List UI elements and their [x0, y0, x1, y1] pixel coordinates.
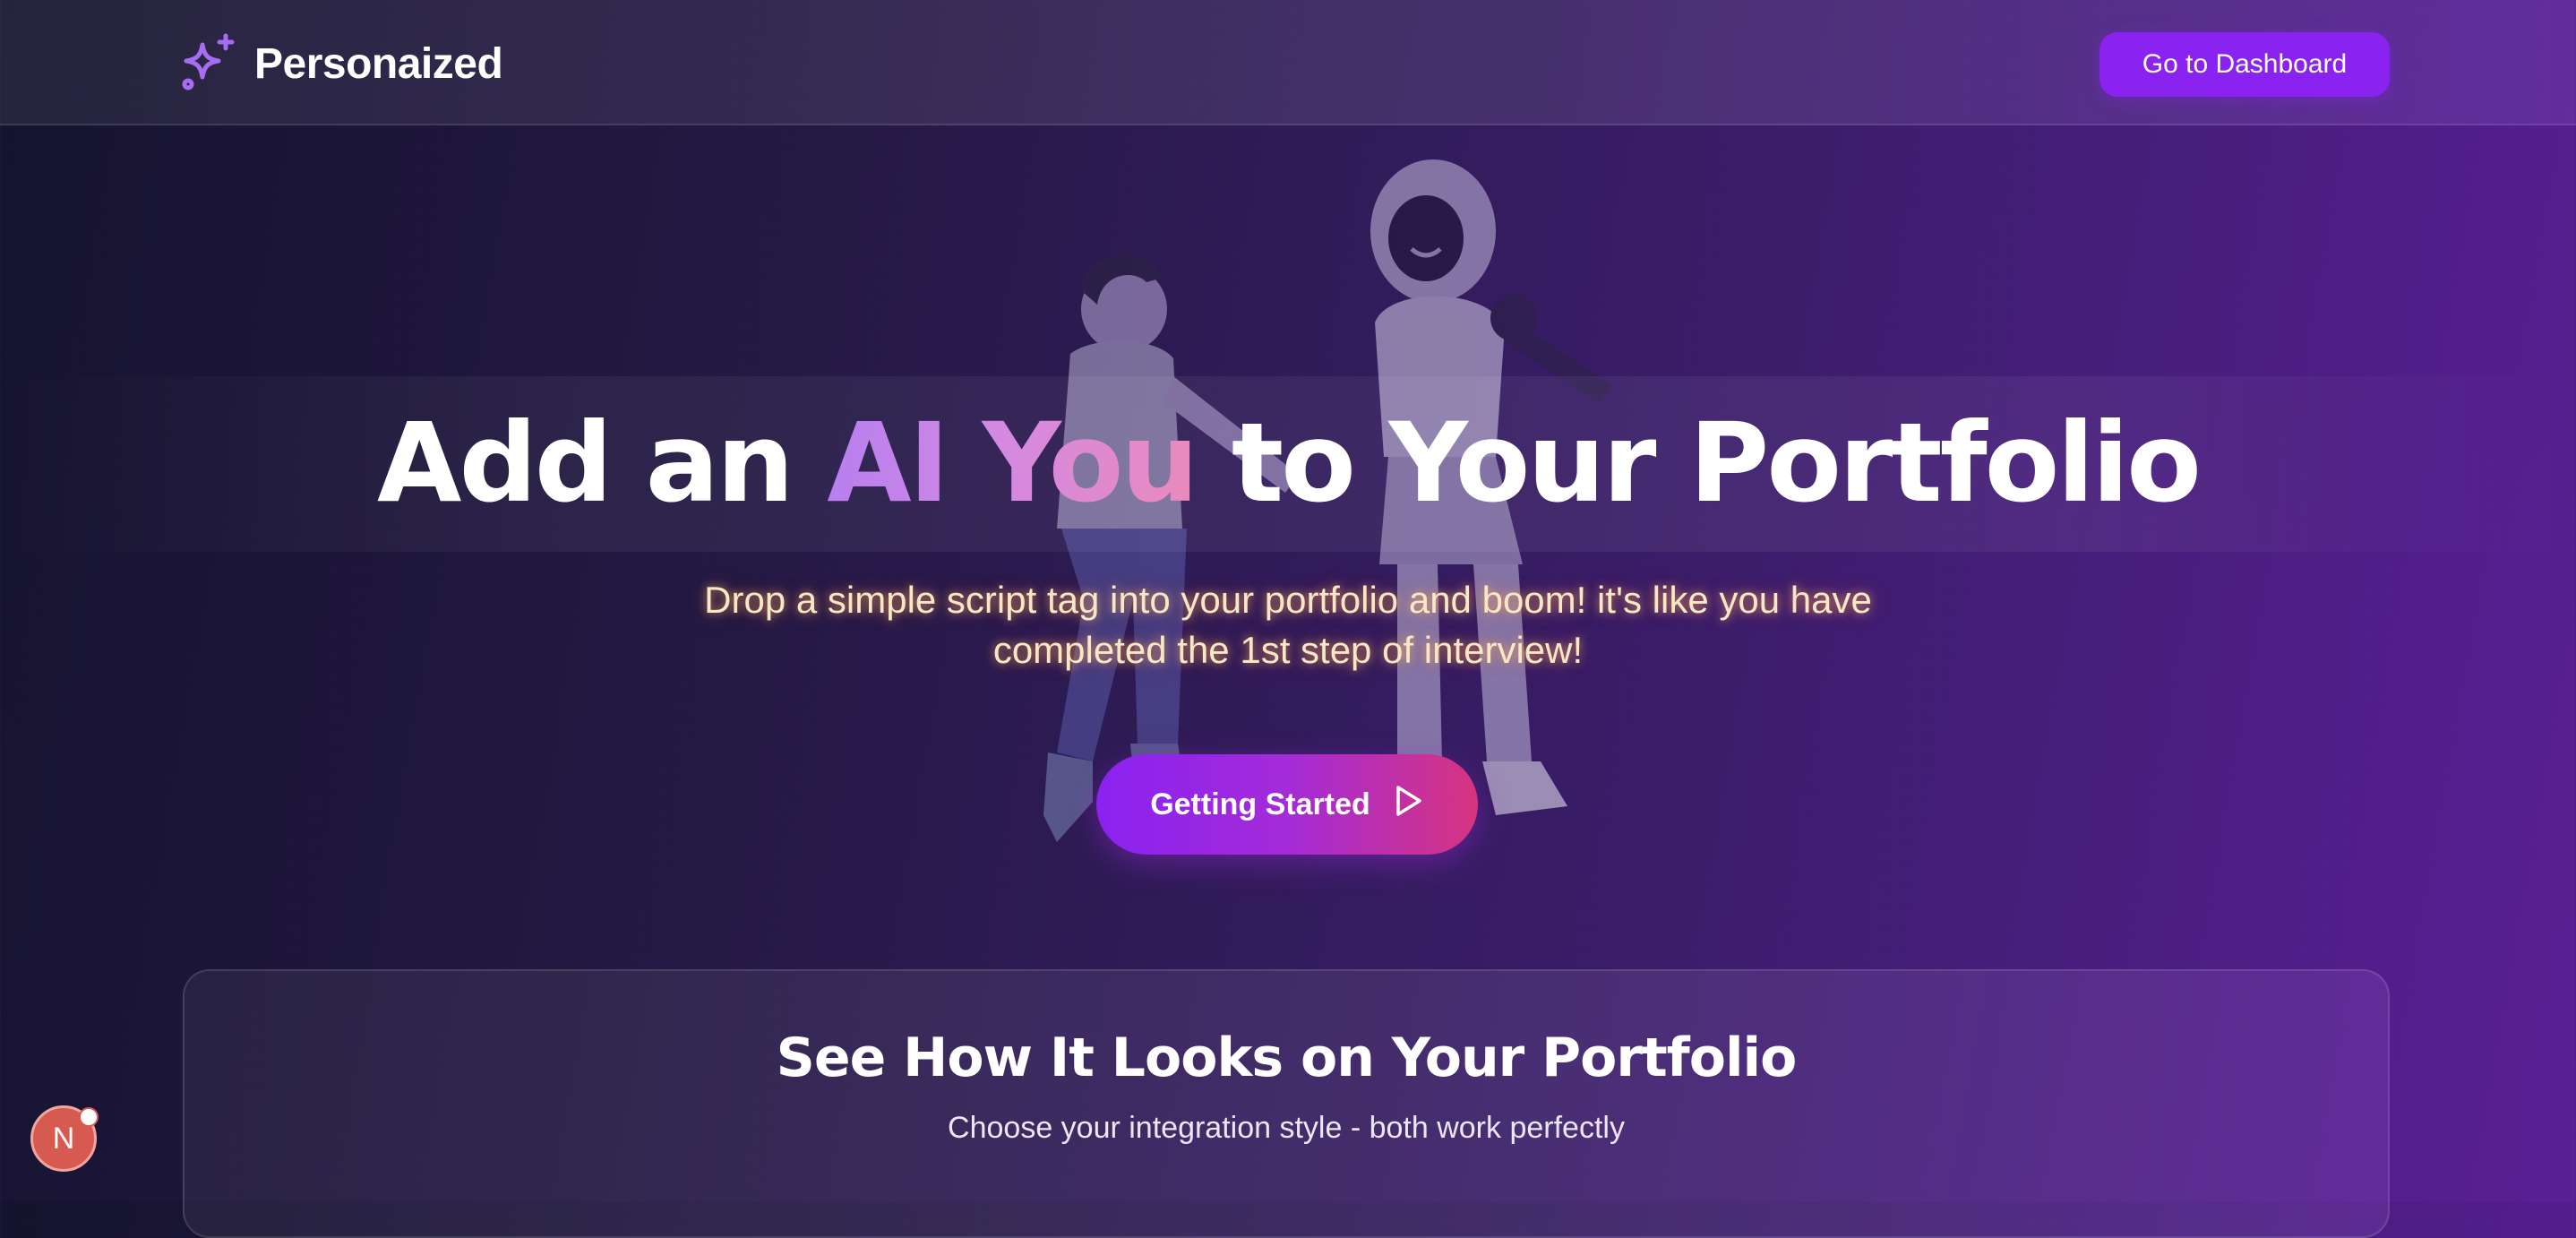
hero-title-end: to Your Portfolio — [1196, 400, 2202, 527]
brand-name: Personaized — [254, 40, 503, 88]
go-to-dashboard-button[interactable]: Go to Dashboard — [2099, 32, 2390, 97]
sparkles-icon — [181, 32, 238, 96]
hero-title-highlight: AI You — [827, 400, 1198, 527]
dev-tools-indicator-dot — [79, 1107, 99, 1127]
hero-title: Add an AI You to Your Portfolio — [0, 396, 2576, 530]
preview-title: See How It Looks on Your Portfolio — [776, 1027, 1798, 1089]
preview-subtitle: Choose your integration style - both wor… — [948, 1111, 1625, 1145]
top-navbar: Personaized Go to Dashboard — [0, 0, 2576, 125]
play-icon — [1392, 784, 1424, 826]
hero-subtitle: Drop a simple script tag into your portf… — [704, 579, 1872, 671]
brand-logo[interactable]: Personaized — [181, 32, 503, 96]
integration-preview-card: See How It Looks on Your Portfolio Choos… — [183, 969, 2390, 1238]
getting-started-button[interactable]: Getting Started — [1096, 754, 1478, 855]
getting-started-label: Getting Started — [1150, 787, 1370, 821]
hero-title-start: Add an — [377, 400, 828, 527]
